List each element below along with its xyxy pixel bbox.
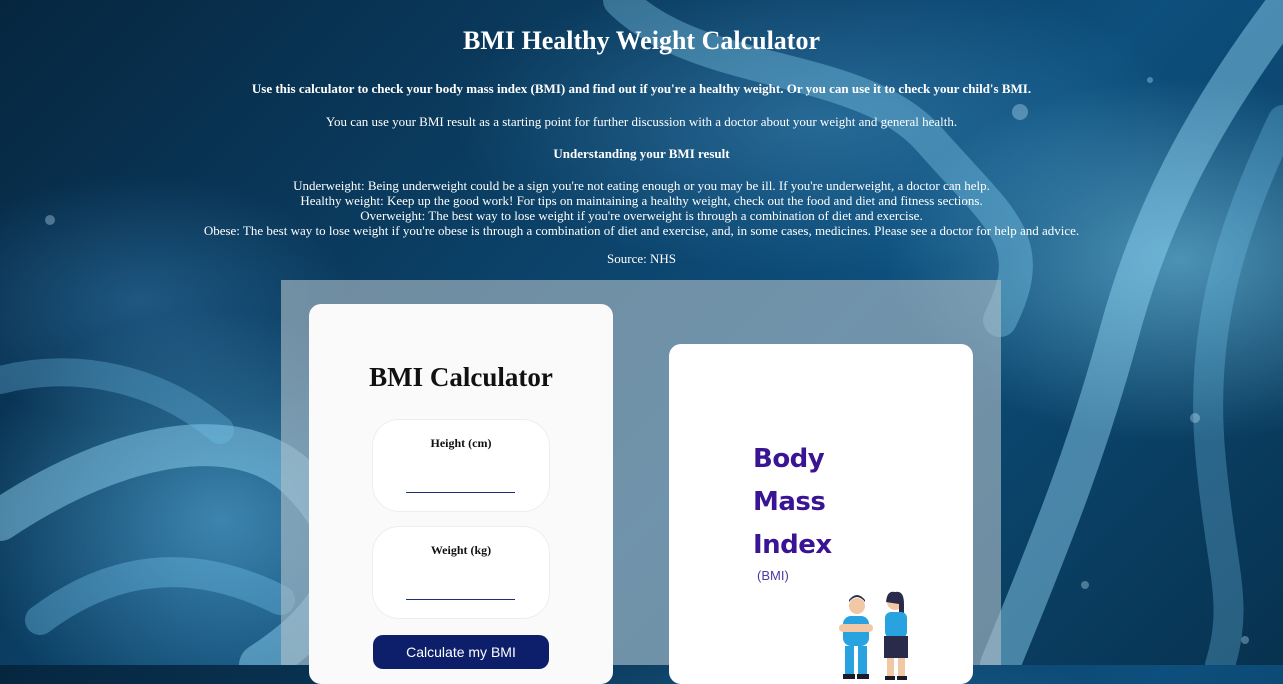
height-label: Height (cm) <box>430 436 492 450</box>
understanding-heading: Understanding your BMI result <box>553 146 730 161</box>
page-title: BMI Healthy Weight Calculator <box>462 26 820 55</box>
category-obese: Obese: The best way to lose weight if yo… <box>203 223 1080 238</box>
people-illustration-icon <box>839 591 908 680</box>
bmi-illustration-card: Body Mass Index (BMI) <box>669 344 973 684</box>
weight-input[interactable] <box>406 581 515 600</box>
intro-text: Use this calculator to check your body m… <box>251 81 1032 96</box>
illustration-word-index: Index <box>753 530 832 560</box>
category-underweight: Underweight: Being underweight could be … <box>293 178 990 193</box>
source-text: Source: NHS <box>607 251 676 266</box>
illustration-word-body: Body <box>753 444 825 474</box>
illustration-abbr: (BMI) <box>757 568 789 583</box>
height-field-box: Height (cm) <box>373 420 549 511</box>
height-input[interactable] <box>406 474 515 493</box>
weight-label: Weight (kg) <box>430 543 492 557</box>
category-overweight: Overweight: The best way to lose weight … <box>360 208 923 223</box>
discussion-text: You can use your BMI result as a startin… <box>325 114 958 129</box>
calculator-title: BMI Calculator <box>369 362 553 392</box>
calculate-bmi-button[interactable]: Calculate my BMI <box>373 635 549 669</box>
category-healthy: Healthy weight: Keep up the good work! F… <box>300 193 983 208</box>
illustration-word-mass: Mass <box>753 487 826 517</box>
calculator-card: BMI Calculator Height (cm) Weight (kg) C… <box>309 304 613 684</box>
weight-field-box: Weight (kg) <box>373 527 549 618</box>
